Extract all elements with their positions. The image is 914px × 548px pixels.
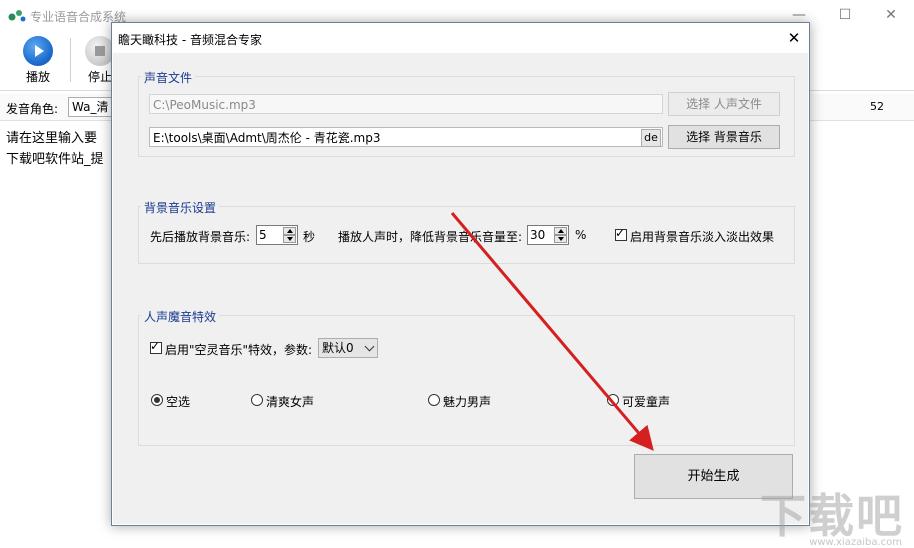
spin-up-button[interactable] — [554, 227, 567, 235]
arrow-up-icon — [558, 229, 564, 233]
bgm-de-button[interactable]: de — [641, 129, 661, 147]
char-counter: 52 — [870, 100, 884, 113]
play-button[interactable]: 播放 — [8, 30, 68, 88]
voice-effect-group — [138, 315, 795, 446]
bgm-file-input[interactable]: E:\tools\桌面\Admt\周杰伦 - 青花瓷.mp3 — [149, 127, 663, 147]
vocal-file-input[interactable]: C:\PeoMusic.mp3 — [149, 94, 663, 114]
arrow-down-icon — [287, 237, 293, 241]
dialog-close-button[interactable]: ✕ — [779, 23, 809, 53]
arrow-up-icon — [287, 229, 293, 233]
minimize-icon: — — [792, 7, 806, 23]
ethereal-effect-checkbox[interactable]: ✓ — [150, 339, 162, 354]
ethereal-effect-label: 启用"空灵音乐"特效，参数: — [165, 343, 313, 357]
bgm-lead-label: 先后播放背景音乐: — [150, 230, 251, 244]
bgm-lower-label: 播放人声时，降低背景音乐音量至: — [338, 230, 523, 244]
radio-none[interactable] — [151, 394, 163, 406]
dialog-body: 声音文件 C:\PeoMusic.mp3 选择 人声文件 E:\tools\桌面… — [113, 53, 808, 524]
radio-female[interactable] — [251, 394, 263, 406]
radio-child-label: 可爱童声 — [622, 395, 671, 409]
bgm-lead-spinner[interactable]: 5 — [256, 225, 298, 245]
play-label: 播放 — [25, 70, 50, 84]
radio-male-label: 魅力男声 — [443, 395, 492, 409]
select-bgm-button[interactable]: 选择 背景音乐 — [668, 125, 780, 149]
radio-female-label: 清爽女声 — [266, 395, 315, 409]
main-text-line-1[interactable]: 请在这里输入要 — [6, 127, 97, 146]
audio-mix-dialog: 瞻天瞰科技 - 音频混合专家 ✕ 声音文件 C:\PeoMusic.mp3 选择… — [111, 22, 810, 526]
checkmark-icon: ✓ — [615, 226, 626, 240]
sound-files-group-title: 声音文件 — [141, 69, 196, 86]
dialog-title: 瞻天瞰科技 - 音频混合专家 — [118, 33, 262, 47]
effect-param-select[interactable]: 默认0 — [318, 338, 378, 358]
percent-unit: % — [575, 228, 587, 242]
fade-label: 启用背景音乐淡入淡出效果 — [630, 230, 775, 244]
bgm-settings-group-title: 背景音乐设置 — [141, 199, 220, 216]
bgm-volume-spinner[interactable]: 30 — [527, 225, 569, 245]
fade-checkbox[interactable]: ✓ — [615, 226, 627, 241]
bgm-volume-value: 30 — [530, 228, 546, 242]
watermark-url: www.xiazaiba.com — [809, 537, 902, 548]
effect-param-value: 默认0 — [322, 341, 354, 355]
select-vocal-button[interactable]: 选择 人声文件 — [668, 92, 780, 116]
maximize-button[interactable]: ☐ — [822, 0, 868, 30]
radio-none-label: 空选 — [166, 395, 191, 409]
voice-effect-group-title: 人声魔音特效 — [141, 308, 220, 325]
seconds-unit: 秒 — [303, 230, 316, 244]
voice-label: 发音角色: — [6, 102, 59, 116]
radio-child[interactable] — [607, 394, 619, 406]
maximize-icon: ☐ — [838, 7, 852, 23]
main-text-line-2[interactable]: 下载吧软件站_提 — [6, 148, 104, 167]
close-icon: ✕ — [885, 7, 897, 23]
dialog-titlebar: 瞻天瞰科技 - 音频混合专家 ✕ — [112, 23, 809, 53]
app-logo-icon — [8, 10, 26, 22]
radio-male[interactable] — [428, 394, 440, 406]
checkmark-icon: ✓ — [150, 339, 161, 353]
spin-down-button[interactable] — [283, 235, 296, 243]
bgm-lead-value: 5 — [259, 228, 267, 242]
chevron-down-icon — [364, 341, 375, 352]
close-icon: ✕ — [787, 29, 801, 47]
close-button[interactable]: ✕ — [868, 0, 914, 30]
spin-down-button[interactable] — [554, 235, 567, 243]
spin-up-button[interactable] — [283, 227, 296, 235]
arrow-down-icon — [558, 237, 564, 241]
play-icon — [23, 36, 53, 66]
